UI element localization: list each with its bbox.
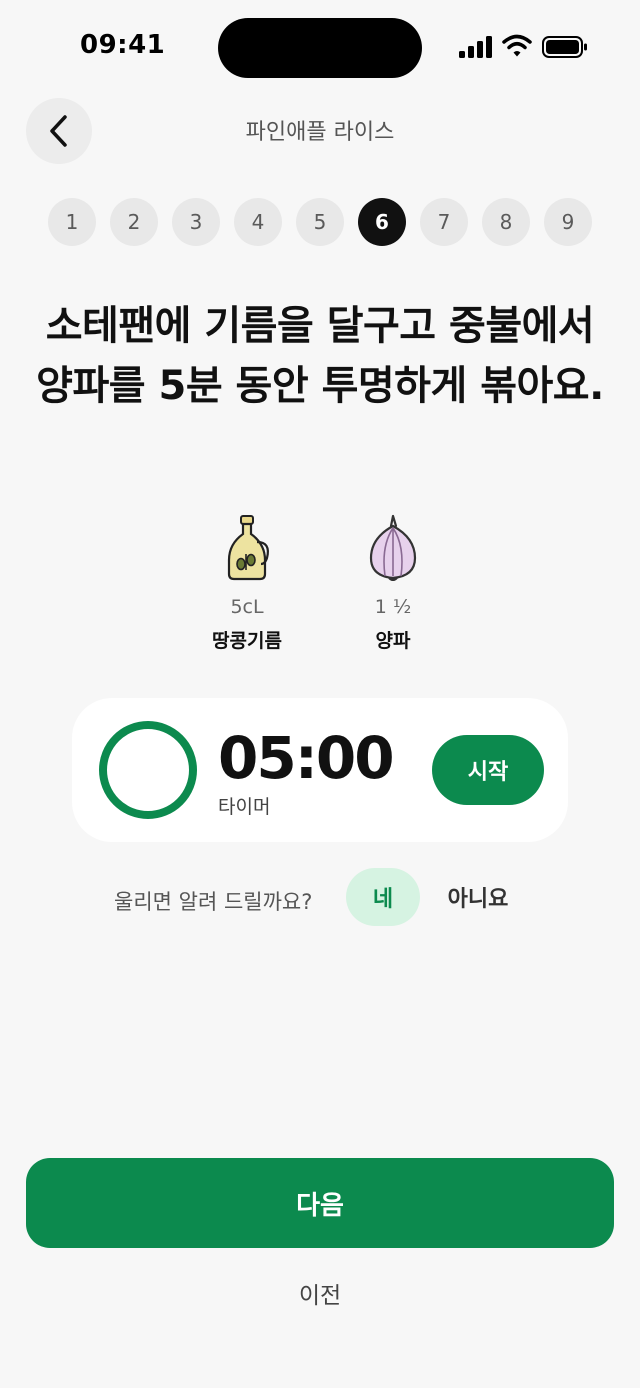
timer-progress-ring — [99, 721, 197, 819]
timer-card: 05:00 타이머 시작 — [72, 698, 568, 842]
timer-start-button[interactable]: 시작 — [432, 735, 544, 805]
oil-bottle-icon — [227, 515, 269, 581]
timer-value: 05:00 — [218, 724, 395, 792]
ingredient-name: 양파 — [375, 630, 411, 652]
step-7[interactable]: 7 — [420, 198, 468, 246]
status-bar: 09:41 — [0, 0, 640, 96]
status-time: 09:41 — [80, 30, 166, 60]
onion-icon — [369, 514, 417, 581]
step-2[interactable]: 2 — [110, 198, 158, 246]
battery-icon — [542, 36, 587, 58]
previous-link[interactable]: 이전 — [0, 1276, 640, 1310]
timer-label: 타이머 — [218, 796, 271, 818]
ingredient-item: 5cL 땅콩기름 — [187, 512, 307, 653]
timer-ring-arc — [99, 721, 197, 819]
wifi-icon — [502, 34, 532, 57]
ingredient-item: 1 ½ 양파 — [333, 512, 453, 653]
step-1[interactable]: 1 — [48, 198, 96, 246]
step-6-current[interactable]: 6 — [358, 198, 406, 246]
dynamic-island — [218, 18, 422, 78]
next-button[interactable]: 다음 — [26, 1158, 614, 1248]
step-5[interactable]: 5 — [296, 198, 344, 246]
notify-row: 울리면 알려 드릴까요? 네 아니요 — [0, 866, 640, 930]
ingredient-list: 5cL 땅콩기름 1 ½ 양파 — [0, 512, 640, 662]
step-3[interactable]: 3 — [172, 198, 220, 246]
notify-yes-button[interactable]: 네 — [346, 868, 420, 926]
notify-question: 울리면 알려 드릴까요? — [114, 890, 313, 914]
step-8[interactable]: 8 — [482, 198, 530, 246]
signal-icon — [459, 36, 492, 58]
step-4[interactable]: 4 — [234, 198, 282, 246]
recipe-title: 파인애플 라이스 — [245, 120, 395, 145]
ingredient-quantity: 1 ½ — [374, 596, 412, 618]
step-9[interactable]: 9 — [544, 198, 592, 246]
ingredient-name: 땅콩기름 — [212, 630, 282, 652]
notify-no-button[interactable]: 아니요 — [436, 868, 520, 926]
ingredient-quantity: 5cL — [230, 596, 264, 618]
step-indicator: 1 2 3 4 5 6 7 8 9 — [48, 198, 592, 246]
step-instruction: 소테팬에 기름을 달구고 중불에서 양파를 5분 동안 투명하게 볶아요. — [36, 303, 604, 409]
